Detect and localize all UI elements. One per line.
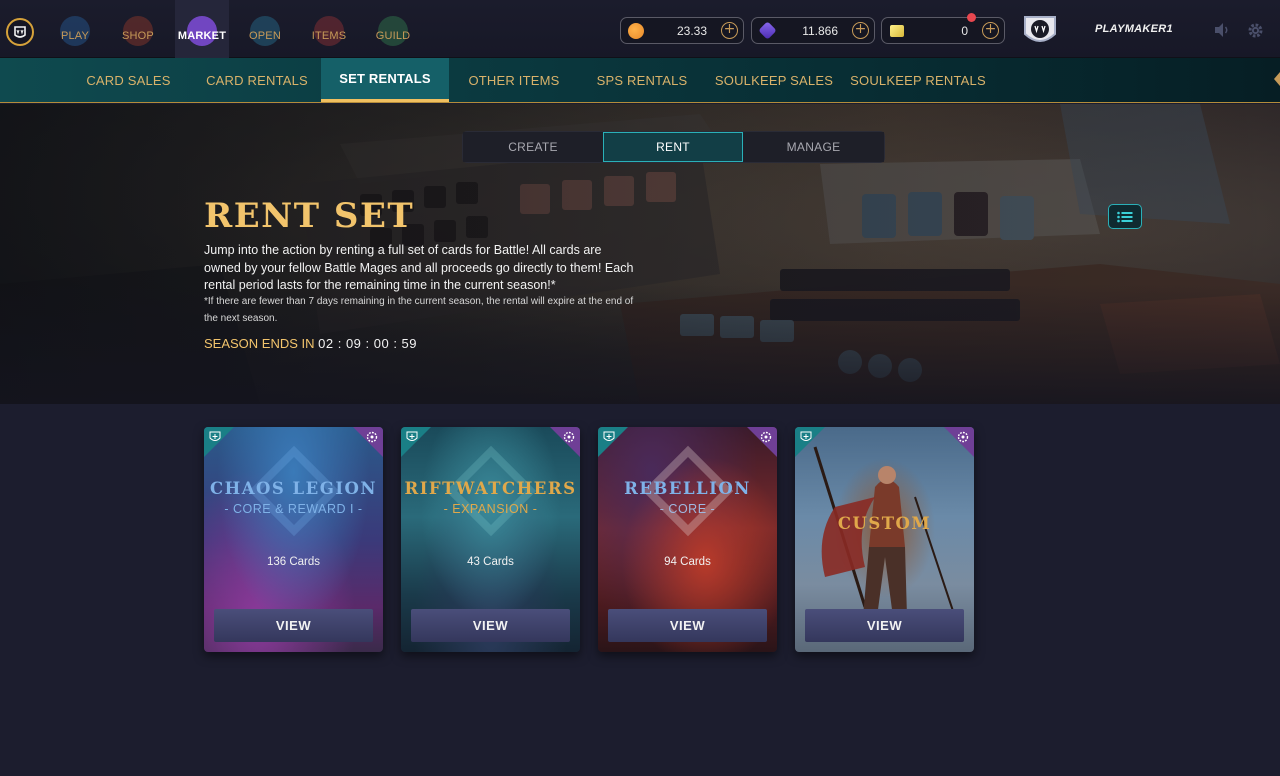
username[interactable]: PLAYMAKER1 xyxy=(1095,23,1173,35)
shield-plus-icon xyxy=(800,431,812,441)
add-voucher-button[interactable]: + xyxy=(982,22,999,39)
tab-other-items[interactable]: OTHER ITEMS xyxy=(463,58,565,102)
set-title: CHAOS LEGION xyxy=(210,479,377,498)
avatar[interactable] xyxy=(1022,14,1058,48)
shield-plus-icon xyxy=(603,431,615,441)
currency-dec-value: 23.33 xyxy=(676,24,707,38)
tab-rent[interactable]: RENT xyxy=(603,132,743,162)
add-dec-button[interactable]: + xyxy=(721,22,738,39)
page-title: RENT SET xyxy=(204,196,415,236)
tab-soulkeep-sales[interactable]: SOULKEEP SALES xyxy=(712,58,836,102)
set-title: REBELLION xyxy=(624,479,751,498)
tab-manage[interactable]: MANAGE xyxy=(743,132,884,162)
view-button[interactable]: VIEW xyxy=(608,609,767,642)
gear-icon[interactable] xyxy=(1247,22,1264,39)
set-card-count: 94 Cards xyxy=(664,556,711,568)
nav-guild-label: GUILD xyxy=(375,30,411,42)
set-subtitle: - CORE - xyxy=(659,502,716,516)
set-card-count: 43 Cards xyxy=(467,556,514,568)
currency-dec: 23.33 + xyxy=(620,17,744,44)
gear-badge-icon xyxy=(563,431,575,443)
gear-badge-icon xyxy=(366,431,378,443)
market-subnav: CARD SALES CARD RENTALS SET RENTALS OTHE… xyxy=(0,58,1280,103)
gear-badge-icon xyxy=(760,431,772,443)
list-icon xyxy=(1117,211,1133,222)
set-card-chaos-legion[interactable]: CHAOS LEGION - CORE & REWARD I - 136 Car… xyxy=(204,427,383,652)
list-view-button[interactable] xyxy=(1108,204,1142,229)
currency-sps-value: 11.866 xyxy=(802,24,838,38)
splinterlands-logo-icon[interactable] xyxy=(6,18,34,46)
nav-items[interactable]: ITEMS xyxy=(302,0,356,58)
nav-shop[interactable]: SHOP xyxy=(111,0,165,58)
shield-plus-icon xyxy=(209,431,221,441)
dec-coin-icon xyxy=(628,23,644,39)
view-button[interactable]: VIEW xyxy=(411,609,570,642)
sps-gem-icon xyxy=(758,21,777,40)
set-subtitle: - CORE & REWARD I - xyxy=(224,502,363,516)
nav-market-label: MARKET xyxy=(177,30,227,42)
set-title: RIFTWATCHERS xyxy=(404,479,577,498)
nav-open[interactable]: OPEN xyxy=(238,0,292,58)
set-card-custom[interactable]: CUSTOM VIEW xyxy=(795,427,974,652)
set-subtitle: - EXPANSION - xyxy=(443,502,538,516)
hero-banner: CREATE RENT MANAGE RENT SET Jump into th… xyxy=(0,104,1280,404)
tab-card-rentals[interactable]: CARD RENTALS xyxy=(198,58,316,102)
voucher-icon xyxy=(890,25,904,37)
tab-card-sales[interactable]: CARD SALES xyxy=(78,58,179,102)
nav-shop-label: SHOP xyxy=(122,30,154,42)
season-countdown: SEASON ENDS IN 02 : 09 : 00 : 59 xyxy=(204,336,417,351)
season-label: SEASON ENDS IN xyxy=(204,336,315,351)
add-sps-button[interactable]: + xyxy=(852,22,869,39)
set-card-rebellion[interactable]: REBELLION - CORE - 94 Cards VIEW xyxy=(598,427,777,652)
shield-plus-icon xyxy=(406,431,418,441)
nav-market[interactable]: MARKET xyxy=(175,0,229,58)
nav-play[interactable]: PLAY xyxy=(48,0,102,58)
hero-footnote: *If there are fewer than 7 days remainin… xyxy=(204,296,634,324)
set-card-count: 136 Cards xyxy=(266,556,321,568)
top-bar: PLAY SHOP MARKET OPEN ITEMS GUILD 23.33 … xyxy=(0,0,1280,58)
notification-dot xyxy=(967,13,976,22)
gear-badge-icon xyxy=(957,431,969,443)
set-card-riftwatchers[interactable]: RIFTWATCHERS - EXPANSION - 43 Cards VIEW xyxy=(401,427,580,652)
tab-create[interactable]: CREATE xyxy=(463,132,603,162)
currency-voucher-value: 0 xyxy=(961,24,968,38)
season-timer: 02 : 09 : 00 : 59 xyxy=(318,336,418,351)
view-button[interactable]: VIEW xyxy=(805,609,964,642)
tab-soulkeep-rentals[interactable]: SOULKEEP RENTALS xyxy=(848,58,988,102)
sound-icon[interactable] xyxy=(1213,22,1230,38)
view-button[interactable]: VIEW xyxy=(214,609,373,642)
hero-description: Jump into the action by renting a full s… xyxy=(204,243,634,292)
nav-items-label: ITEMS xyxy=(311,30,347,42)
nav-guild[interactable]: GUILD xyxy=(366,0,420,58)
currency-voucher: 0 + xyxy=(881,17,1005,44)
scroll-right-icon[interactable] xyxy=(1274,72,1280,86)
tab-sps-rentals[interactable]: SPS RENTALS xyxy=(590,58,694,102)
currency-sps: 11.866 + xyxy=(751,17,875,44)
tab-set-rentals[interactable]: SET RENTALS xyxy=(321,58,449,102)
set-title: CUSTOM xyxy=(837,514,932,533)
nav-play-label: PLAY xyxy=(60,30,90,42)
nav-open-label: OPEN xyxy=(249,30,281,42)
